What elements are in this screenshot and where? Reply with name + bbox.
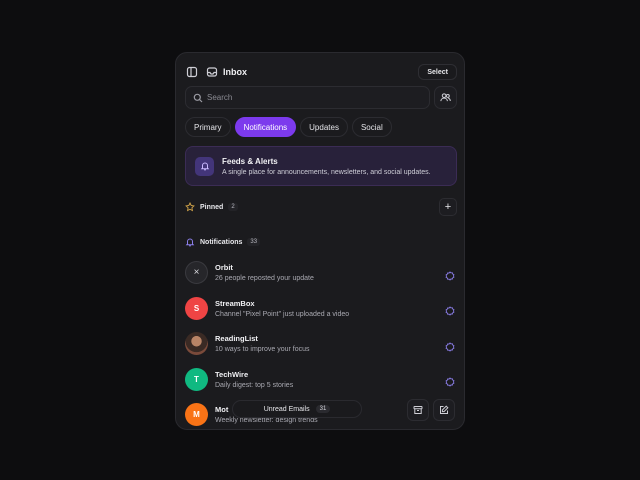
notification-sender: Orbit [215, 263, 233, 273]
readinglist-avatar [185, 332, 208, 356]
notification-text: TechWire Daily digest: top 5 stories [215, 370, 445, 389]
search-row [185, 86, 457, 109]
unread-count: 31 [315, 405, 331, 413]
bell-icon [195, 156, 214, 176]
inbox-header: Inbox Select [185, 63, 457, 81]
pinned-count: 2 [228, 203, 238, 211]
tab-notifications[interactable]: Notifications [234, 117, 297, 137]
contacts-button[interactable] [434, 86, 457, 109]
list-item[interactable]: T TechWire Daily digest: top 5 stories [185, 362, 457, 398]
inbox-title-group: Inbox [205, 65, 247, 79]
streambox-avatar: S [185, 296, 208, 320]
inbox-icon [205, 65, 219, 79]
notification-text: StreamBox Channel "Pixel Point" just upl… [215, 299, 445, 318]
bottom-bar: Unread Emails 31 [176, 399, 464, 429]
notification-sender: StreamBox [215, 298, 255, 308]
notification-text: Orbit 26 people reposted your update [215, 263, 445, 282]
list-item[interactable]: S StreamBox Channel "Pixel Point" just u… [185, 291, 457, 327]
pinned-section-header: Pinned 2 + [185, 198, 457, 216]
feeds-alerts-card[interactable]: Feeds & Alerts A single place for announ… [185, 146, 457, 186]
unread-emails-pill[interactable]: Unread Emails 31 [232, 400, 362, 418]
search-input[interactable] [207, 93, 407, 102]
compose-button[interactable] [433, 399, 455, 421]
list-item[interactable]: × Orbit 26 people reposted your update [185, 255, 457, 291]
verified-badge-icon [445, 303, 455, 316]
list-item[interactable]: ReadingList 10 ways to improve your focu… [185, 326, 457, 362]
notifications-section-header: Notifications 33 [185, 235, 457, 249]
feed-card-title: Feeds & Alerts [222, 156, 278, 166]
notification-message: 10 ways to improve your focus [215, 346, 310, 354]
verified-badge-icon [445, 374, 455, 387]
notifications-count: 33 [247, 238, 261, 246]
page-title: Inbox [223, 67, 247, 77]
feed-card-description: A single place for announcements, newsle… [222, 168, 431, 176]
plus-icon: + [444, 201, 452, 213]
tab-primary[interactable]: Primary [185, 117, 231, 137]
feed-card-text: Feeds & Alerts A single place for announ… [222, 157, 431, 176]
search-icon [193, 93, 203, 102]
sidebar-toggle-icon[interactable] [185, 65, 199, 79]
star-icon [185, 202, 195, 212]
techwire-avatar: T [185, 367, 208, 391]
tab-social[interactable]: Social [351, 117, 392, 137]
users-icon [440, 93, 451, 102]
tab-bar: Primary Notifications Updates Social [185, 117, 392, 137]
inbox-panel: Inbox Select Primary Notifications Updat… [175, 52, 465, 430]
search-box[interactable] [185, 86, 430, 109]
compose-icon [440, 405, 449, 414]
orbit-avatar: × [185, 261, 208, 285]
unread-label: Unread Emails [263, 405, 310, 413]
add-pinned-button[interactable]: + [439, 198, 457, 216]
archive-button[interactable] [407, 399, 429, 421]
notification-message: Channel "Pixel Point" just uploaded a vi… [215, 310, 350, 318]
select-button[interactable]: Select [418, 64, 457, 80]
bell-icon [185, 237, 195, 247]
notifications-label: Notifications [200, 238, 243, 246]
notification-message: 26 people reposted your update [215, 275, 314, 283]
notification-message: Daily digest: top 5 stories [215, 381, 294, 389]
tab-updates[interactable]: Updates [300, 117, 348, 137]
pinned-label: Pinned [200, 203, 224, 211]
verified-badge-icon [445, 268, 455, 281]
notification-sender: TechWire [215, 369, 249, 379]
verified-badge-icon [445, 339, 455, 352]
notification-sender: ReadingList [215, 334, 258, 344]
archive-icon [413, 406, 423, 414]
notification-text: ReadingList 10 ways to improve your focu… [215, 334, 445, 353]
